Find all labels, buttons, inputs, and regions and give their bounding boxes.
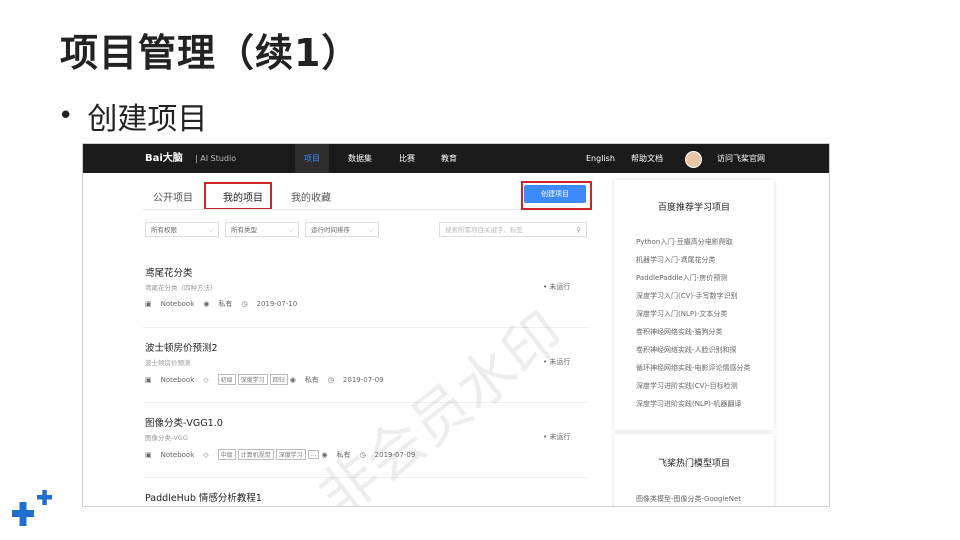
project-platform: Notebook [160, 300, 195, 308]
row-divider [143, 327, 589, 328]
project-status: • 未运行 [543, 358, 571, 366]
tag[interactable]: 深度学习 [237, 374, 268, 385]
nav-datasets[interactable]: 数据集 [348, 144, 372, 173]
tag[interactable]: 计算机视觉 [237, 449, 274, 460]
row-divider [143, 477, 589, 478]
chevron-down-icon: ⌵ [208, 226, 213, 234]
notebook-icon: ▣ [145, 450, 152, 459]
filter-permission-value: 所有权限 [151, 226, 177, 234]
nav-projects[interactable]: 项目 [295, 144, 329, 173]
project-date: 2019-07-09 [374, 450, 416, 459]
project-platform: Notebook [160, 450, 195, 459]
recommended-item[interactable]: 深度学习入门(CV)-手写数字识别 [636, 291, 738, 301]
hot-model-item[interactable]: 图像类模型-图像分类-GoogleNet [636, 494, 741, 504]
top-nav-bar: Bai大脑 | AI Studio 项目 数据集 比赛 教育 English 帮… [83, 144, 829, 173]
tag[interactable]: 中级 [217, 449, 236, 460]
clock-icon: ◷ [327, 375, 334, 384]
recommended-item[interactable]: 循环神经网络实践-电影评论情感分类 [636, 363, 751, 373]
clock-icon: ◷ [241, 300, 248, 308]
clock-icon: ◷ [359, 450, 366, 459]
eye-icon: ◉ [203, 300, 210, 308]
panel-title: 飞桨热门模型项目 [657, 459, 730, 469]
project-description: 波士顿房价预测 [145, 359, 191, 367]
project-privacy: 私有 [304, 375, 319, 384]
tag[interactable]: 深度学习 [275, 449, 306, 460]
recommended-item[interactable]: Python入门-豆瓣高分电影爬取 [636, 237, 733, 247]
chevron-down-icon: ⌵ [368, 226, 373, 234]
tag[interactable]: 初级 [217, 374, 236, 385]
search-input[interactable]: 搜索所需项目关键字、标签 ⚲ [439, 222, 587, 237]
bullet-text: 创建项目 [87, 102, 208, 137]
recommended-item[interactable]: 卷积神经网络实践-人脸识别和探 [636, 345, 737, 355]
bullet-item: • 创建项目 [58, 94, 207, 138]
tag[interactable]: ... [307, 450, 320, 459]
project-date: 2019-07-09 [342, 375, 384, 384]
project-meta: ▣ Notebook ◇ 中级 计算机视觉 深度学习 ... ◉ 私有 ◷ 2019-… [145, 449, 424, 460]
project-date: 2019-07-10 [256, 300, 298, 308]
project-status: • 未运行 [543, 283, 571, 291]
screenshot-panel: Bai大脑 | AI Studio 项目 数据集 比赛 教育 English 帮… [82, 143, 830, 507]
tab-favorites[interactable]: 我的收藏 [291, 189, 331, 204]
project-description: 鸢尾花分类（四种方法） [145, 284, 217, 292]
project-title[interactable]: 图像分类-VGG1.0 [145, 415, 223, 429]
recommended-projects-panel: 百度推荐学习项目 Python入门-豆瓣高分电影爬取 机器学习入门-鸢尾花分类 … [614, 180, 774, 430]
filter-sort[interactable]: 运行时间排序 ⌵ [305, 222, 379, 237]
tag-icon: ◇ [203, 450, 209, 459]
row-divider [143, 402, 589, 403]
recommended-item[interactable]: 深度学习入门(NLP)-文本分类 [636, 309, 727, 319]
recommended-item[interactable]: 深度学习进阶实践(NLP)-机器翻译 [636, 399, 741, 409]
project-privacy: 私有 [336, 450, 351, 459]
project-title[interactable]: 鸢尾花分类 [145, 265, 193, 279]
filter-type-value: 所有类型 [231, 226, 257, 234]
plus-logo-icon [12, 490, 52, 526]
tag-icon: ◇ [203, 375, 209, 384]
highlight-box-create [521, 181, 592, 210]
user-avatar[interactable] [685, 151, 702, 168]
filter-permission[interactable]: 所有权限 ⌵ [145, 222, 219, 237]
project-title[interactable]: PaddleHub 情感分析教程1 [145, 490, 262, 504]
panel-title: 百度推荐学习项目 [657, 203, 730, 213]
watermark-text: 非会员水印 [305, 298, 577, 507]
project-privacy: 私有 [218, 300, 233, 308]
chevron-down-icon: ⌵ [288, 226, 293, 234]
notebook-icon: ▣ [145, 300, 152, 308]
nav-education[interactable]: 教育 [441, 144, 457, 173]
search-icon[interactable]: ⚲ [576, 223, 581, 238]
nav-competitions[interactable]: 比赛 [399, 144, 415, 173]
search-placeholder: 搜索所需项目关键字、标签 [445, 226, 523, 234]
project-meta: ▣ Notebook ◉ 私有 ◷ 2019-07-10 [145, 299, 306, 309]
highlight-box-tab [204, 182, 272, 210]
project-description: 图像分类-VGG [145, 434, 188, 442]
bullet-dot: • [58, 101, 74, 131]
project-title[interactable]: 波士顿房价预测2 [145, 340, 218, 354]
product-name[interactable]: | AI Studio [195, 144, 236, 173]
eye-icon: ◉ [289, 375, 296, 384]
project-platform: Notebook [160, 375, 195, 384]
eye-icon: ◉ [321, 450, 328, 459]
tag[interactable]: 回归 [269, 374, 288, 385]
project-meta: ▣ Notebook ◇ 初级 深度学习 回归 ◉ 私有 ◷ 2019-07-09 [145, 374, 393, 385]
tab-public-projects[interactable]: 公开项目 [153, 189, 193, 204]
recommended-item[interactable]: 深度学习进阶实践(CV)-目标检测 [636, 381, 738, 391]
nav-english[interactable]: English [586, 144, 615, 173]
nav-help-docs[interactable]: 帮助文档 [631, 144, 663, 173]
notebook-icon: ▣ [145, 375, 152, 384]
hot-models-panel: 飞桨热门模型项目 图像类模型-图像分类-GoogleNet [614, 434, 774, 506]
recommended-item[interactable]: PaddlePaddle入门-房价预测 [636, 273, 727, 283]
filter-type[interactable]: 所有类型 ⌵ [225, 222, 299, 237]
recommended-item[interactable]: 卷积神经网络实践-猫狗分类 [636, 327, 723, 337]
slide-title: 项目管理（续1） [60, 31, 361, 75]
nav-paddle-site[interactable]: 访问飞桨官网 [717, 144, 765, 173]
recommended-item[interactable]: 机器学习入门-鸢尾花分类 [636, 255, 716, 265]
project-status: • 未运行 [543, 433, 571, 441]
baidu-logo[interactable]: Bai大脑 [145, 144, 183, 173]
filter-sort-value: 运行时间排序 [311, 226, 350, 234]
